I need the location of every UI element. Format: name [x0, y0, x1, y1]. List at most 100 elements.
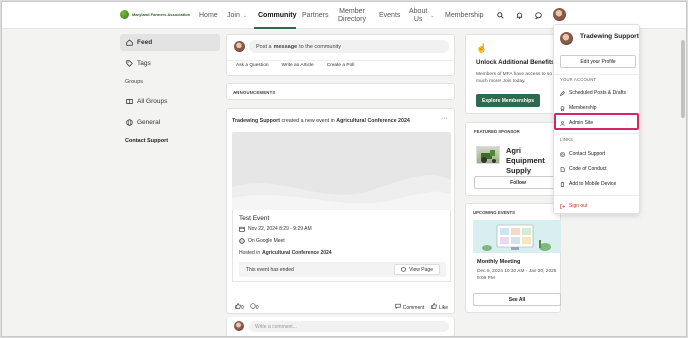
upcoming-event-title[interactable]: Monthly Meeting [477, 259, 520, 265]
sidebar-item-all-groups[interactable]: All Groups [120, 93, 220, 110]
benefits-text: Members of MFA have access to so much mo… [476, 72, 552, 84]
sidebar-item-tags[interactable]: Tags [120, 55, 220, 72]
code-of-conduct-item[interactable]: Code of Conduct [560, 164, 607, 174]
edit-profile-button[interactable]: Edit your Profile [560, 55, 636, 68]
tag-icon [126, 60, 133, 67]
nav-about-us[interactable]: About Us ⌄ [409, 2, 435, 29]
nav-membership[interactable]: Membership [445, 2, 484, 29]
dropdown-avatar [559, 31, 574, 46]
nav-events-label: Events [379, 12, 401, 19]
post-reactions: 0 0 [235, 303, 259, 311]
comment-placeholder: Write a comment... [255, 323, 297, 330]
contact-support-item[interactable]: Contact Support [560, 149, 605, 159]
event-ended-text: This event has ended [246, 266, 294, 273]
event-title[interactable]: Test Event [239, 215, 269, 222]
composer-actions: Ask a Question Write an Article Create a… [227, 63, 454, 68]
announcements-bar[interactable]: ANNOUNCEMENTS ⌄ [226, 83, 455, 100]
thumbs-up-icon [431, 303, 438, 309]
nav-events[interactable]: Events [379, 2, 400, 29]
nav-member-directory[interactable]: Member Directory [338, 2, 366, 29]
meeting-illustration [473, 220, 561, 253]
dropdown-user-name: Tradewing Support [580, 33, 639, 40]
sponsor-name[interactable]: Agri Equipment Supply [506, 146, 554, 176]
tractor-icon [481, 150, 496, 163]
bell-icon [516, 12, 523, 19]
post-group-link[interactable]: Agricultural Conference 2024 [336, 118, 410, 124]
sign-out-item[interactable]: Sign out [560, 201, 587, 211]
event-details: Test Event Nov 22, 2024 8:29 - 9:29 AM O… [232, 210, 451, 282]
post-author[interactable]: Tradewing Support [232, 118, 280, 124]
comment-composer: Write a comment... [226, 317, 455, 336]
create-poll-button[interactable]: Create a Poll [327, 63, 355, 68]
post-composer: Post a message to the community Ask a Qu… [226, 34, 455, 76]
sign-out-label: Sign out [569, 203, 588, 209]
nav-membership-label: Membership [445, 12, 484, 19]
divider [554, 195, 639, 196]
view-page-button[interactable]: View Page [394, 264, 440, 275]
home-icon [126, 39, 133, 46]
comment-button[interactable]: Comment [395, 303, 424, 311]
badge-icon [560, 105, 565, 111]
page-scrollbar[interactable] [680, 30, 686, 335]
scrollbar-thumb[interactable] [681, 40, 685, 118]
follow-button[interactable]: Follow [474, 176, 562, 189]
nav-join-label: Join [227, 12, 240, 19]
sidebar-item-general[interactable]: General [120, 114, 220, 131]
event-illustration[interactable] [473, 220, 561, 253]
divider [227, 60, 454, 61]
nav-active-indicator [254, 27, 296, 29]
chevron-down-icon: ⌄ [233, 89, 239, 95]
membership-item[interactable]: Membership [560, 103, 597, 113]
logo-text: Maryland Farmers Association [132, 12, 191, 17]
chevron-down-icon: ⌄ [242, 12, 248, 19]
see-all-button[interactable]: See All [473, 293, 561, 306]
comment-count-value: 0 [255, 305, 259, 311]
pointing-hand-icon: ☝ [476, 43, 488, 53]
divider [554, 74, 639, 75]
benefits-card: ☝ Unlock Additional Benefits Members of … [465, 34, 555, 114]
sidebar-groups-heading: Groups [125, 79, 144, 85]
like-count[interactable]: 0 [235, 303, 244, 311]
sidebar-item-contact-support[interactable]: Contact Support [120, 135, 220, 147]
event-hosted-group[interactable]: Agricultural Conference 2024 [262, 250, 331, 256]
document-icon [560, 166, 565, 172]
sponsor-logo[interactable] [476, 146, 500, 164]
groups-icon [126, 99, 133, 104]
more-options-icon[interactable]: ··· [441, 115, 448, 122]
sidebar-item-feed[interactable]: Feed [120, 34, 220, 51]
your-account-heading: YOUR ACCOUNT [560, 77, 597, 82]
like-button[interactable]: Like [431, 303, 448, 311]
sign-out-icon [560, 203, 565, 209]
membership-label: Membership [569, 105, 597, 111]
event-placeholder-graphic [232, 175, 451, 210]
feed-post: Tradewing Support created a new event in… [226, 108, 455, 314]
sidebar-item-general-label: General [137, 119, 161, 126]
add-to-mobile-item[interactable]: Add to Mobile Device [560, 179, 616, 189]
ask-question-button[interactable]: Ask a Question [236, 63, 269, 68]
app-window: Maryland Farmers Association Home Join ⌄ … [1, 1, 687, 337]
nav-partners[interactable]: Partners [302, 2, 328, 29]
nav-partners-label: Partners [302, 12, 329, 19]
pencil-icon [560, 90, 565, 96]
left-sidebar: Feed Tags Groups All Groups General Cont… [120, 34, 220, 147]
comment-count[interactable]: 0 [250, 303, 259, 311]
nav-home[interactable]: Home [199, 2, 218, 29]
composer-prefix: Post a [256, 43, 272, 50]
site-logo[interactable]: Maryland Farmers Association [120, 10, 190, 19]
nav-community[interactable]: Community [258, 2, 297, 29]
scheduled-posts-item[interactable]: Scheduled Posts & Drafts [560, 88, 626, 98]
notifications-button[interactable] [513, 9, 526, 22]
nav-join[interactable]: Join ⌄ [227, 2, 247, 29]
comment-input[interactable]: Write a comment... [249, 321, 449, 332]
nav-member-directory-label: Member Directory [338, 7, 367, 23]
user-avatar[interactable] [552, 7, 567, 22]
comment-avatar [233, 320, 245, 332]
messages-button[interactable] [532, 9, 545, 22]
composer-input[interactable]: Post a message to the community [249, 40, 449, 53]
help-icon [560, 151, 565, 157]
search-button[interactable] [494, 9, 507, 22]
write-article-button[interactable]: Write an Article [282, 63, 314, 68]
contact-support-label: Contact Support [569, 151, 606, 157]
explore-memberships-button[interactable]: Explore Memberships [476, 94, 540, 107]
chevron-down-icon: ⌄ [430, 12, 435, 19]
